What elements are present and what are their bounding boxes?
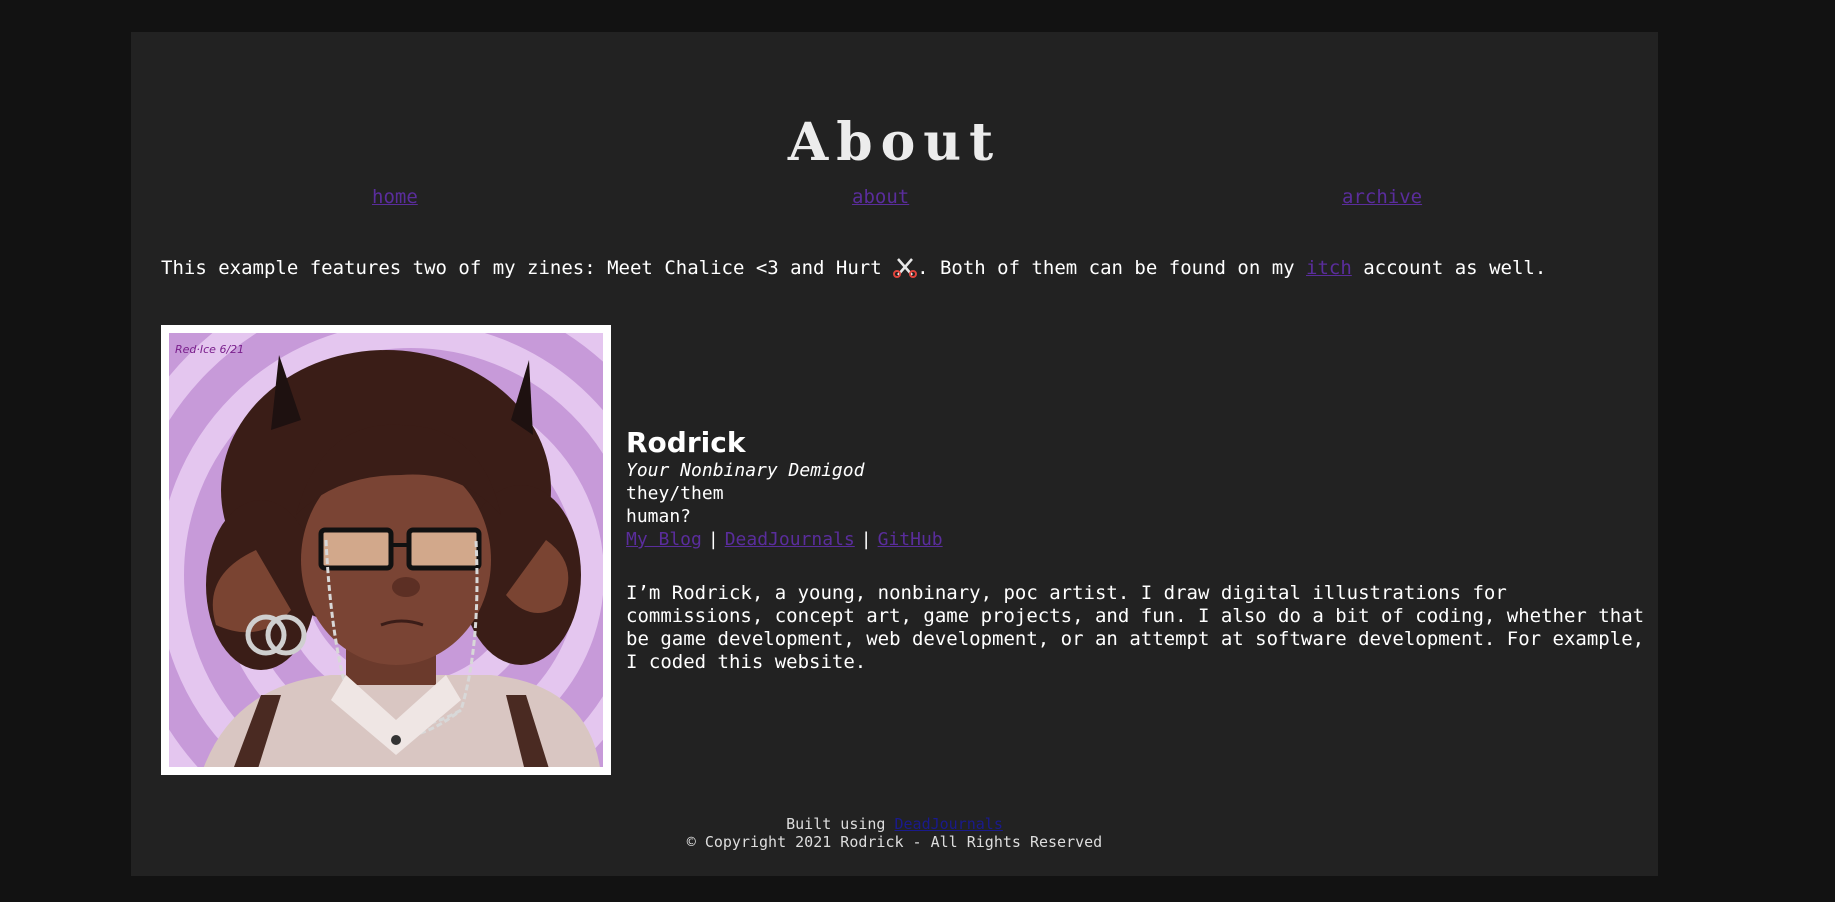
profile-name: Rodrick — [626, 426, 746, 459]
nav-archive-link[interactable]: archive — [1342, 186, 1422, 208]
copyright-text: © Copyright 2021 Rodrick - All Rights Re… — [686, 833, 1103, 851]
profile-tagline: Your Nonbinary Demigod — [626, 460, 865, 481]
footer-deadjournals-link[interactable]: DeadJournals — [895, 815, 1003, 833]
profile-card: Rodrick Your Nonbinary Demigod they/them… — [626, 426, 1644, 693]
page-title: About — [787, 112, 1002, 173]
portrait-illustration: Red·Ice 6/21 — [169, 333, 603, 767]
profile-species: human? — [626, 506, 692, 527]
nav-about-link[interactable]: about — [852, 186, 909, 208]
github-link[interactable]: GitHub — [878, 529, 943, 550]
svg-text:Red·Ice 6/21: Red·Ice 6/21 — [175, 343, 244, 356]
itch-link[interactable]: itch — [1306, 257, 1352, 279]
profile-bio: I’m Rodrick, a young, nonbinary, poc art… — [626, 582, 1645, 673]
page-footer: Built using DeadJournals © Copyright 202… — [131, 815, 1658, 851]
nav-home-link[interactable]: home — [372, 186, 418, 208]
profile-links: My Blog | DeadJournals | GitHub — [626, 528, 1636, 551]
profile-pronouns: they/them — [626, 483, 724, 504]
intro-text-middle: . Both of them can be found on my — [917, 257, 1307, 279]
profile-portrait: Red·Ice 6/21 — [161, 325, 611, 775]
link-separator: | — [707, 529, 719, 550]
scissors-icon — [893, 256, 918, 278]
link-separator: | — [860, 529, 872, 550]
intro-text-before: This example features two of my zines: M… — [161, 257, 894, 279]
built-using-text: Built using — [786, 815, 895, 833]
main-panel: About home about archive This example fe… — [131, 32, 1658, 876]
built-using-line: Built using DeadJournals — [131, 815, 1658, 833]
intro-paragraph: This example features two of my zines: M… — [161, 256, 1546, 279]
blog-link[interactable]: My Blog — [626, 529, 702, 550]
deadjournals-link[interactable]: DeadJournals — [725, 529, 855, 550]
intro-text-after: account as well. — [1351, 257, 1547, 279]
